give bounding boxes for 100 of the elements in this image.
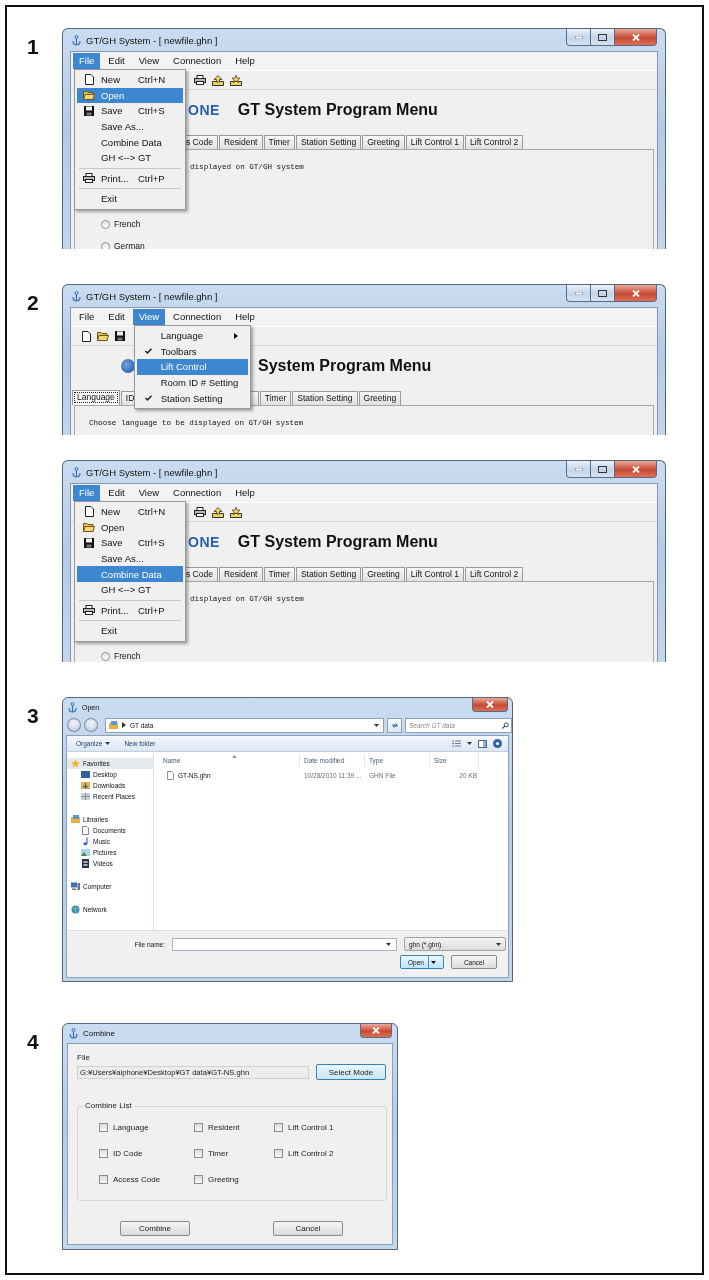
preview-pane-icon[interactable]	[478, 739, 487, 748]
menu-option[interactable]: Save As...	[77, 118, 183, 135]
tab[interactable]: Lift Control 1	[405, 135, 464, 149]
minimize-icon	[574, 467, 583, 471]
menu-bar-item[interactable]: Help	[229, 485, 261, 501]
menu-option[interactable]: Save Ctrl+S	[77, 535, 183, 551]
view-list-icon[interactable]	[452, 740, 461, 747]
checkbox[interactable]	[99, 1122, 108, 1132]
help-icon[interactable]	[493, 739, 502, 748]
tab[interactable]: Timer	[263, 135, 295, 149]
checkbox[interactable]	[194, 1148, 203, 1158]
tab[interactable]: Lift Control 1	[405, 567, 464, 581]
checkbox[interactable]	[99, 1148, 108, 1158]
close-button[interactable]	[614, 461, 657, 478]
menu-option[interactable]: Toolbars	[136, 343, 249, 360]
forward-button[interactable]	[83, 718, 98, 732]
minimize-icon	[574, 35, 583, 39]
menu-bar-item[interactable]: View	[132, 485, 166, 501]
menu-option[interactable]: New Ctrl+N	[77, 72, 183, 88]
menu-option[interactable]: New Ctrl+N	[77, 504, 183, 520]
tab[interactable]: Greeting	[362, 567, 405, 581]
radio-button[interactable]	[101, 651, 110, 661]
menu-option[interactable]: Language	[136, 328, 249, 344]
menu-option[interactable]: Combine Data	[77, 566, 183, 582]
menu-bar-item[interactable]: Edit	[102, 309, 131, 325]
close-button[interactable]	[614, 29, 657, 46]
menu-option[interactable]: Exit	[77, 623, 183, 639]
menu-option[interactable]: Open	[77, 519, 183, 536]
menu-bar-item[interactable]: View	[132, 53, 166, 69]
tab[interactable]: Timer	[263, 567, 295, 581]
menu-bar-item[interactable]: File	[73, 53, 101, 69]
tab[interactable]: Greeting	[358, 391, 402, 405]
printer-icon[interactable]	[194, 507, 206, 517]
close-button[interactable]	[614, 285, 657, 302]
tab[interactable]: Station Setting	[292, 391, 358, 405]
checkbox[interactable]	[274, 1148, 283, 1158]
checkbox[interactable]	[274, 1122, 283, 1132]
menu-option[interactable]: GH <--> GT	[77, 149, 183, 166]
close-button[interactable]	[360, 1024, 392, 1038]
menu-bar-item[interactable]: Help	[229, 53, 261, 69]
menu-option[interactable]: Print... Ctrl+P	[77, 170, 183, 187]
menu-bar-item[interactable]: File	[73, 485, 101, 501]
maximize-button[interactable]	[590, 29, 615, 46]
printer-icon[interactable]	[194, 75, 206, 85]
minimize-button[interactable]	[566, 461, 591, 478]
menu-bar-item[interactable]: View	[132, 309, 166, 325]
maximize-button[interactable]	[590, 285, 615, 302]
checkbox[interactable]	[194, 1174, 203, 1184]
folder-icon[interactable]	[97, 331, 109, 341]
blank-page-icon[interactable]	[82, 330, 91, 342]
menu-option[interactable]: Print... Ctrl+P	[77, 602, 183, 619]
menu-bar-item[interactable]: Connection	[167, 485, 228, 501]
menu-bar-item[interactable]: Connection	[167, 309, 228, 325]
tray-up-arrow-icon[interactable]	[212, 74, 224, 86]
tab[interactable]: Lift Control 2	[465, 135, 524, 149]
tab[interactable]: Lift Control 2	[465, 567, 524, 581]
tab[interactable]: Language	[72, 390, 120, 405]
menu-option[interactable]: Room ID # Setting	[136, 374, 249, 391]
minimize-button[interactable]	[566, 285, 591, 302]
radio-button[interactable]	[101, 219, 110, 229]
checkbox[interactable]	[194, 1122, 203, 1132]
maximize-button[interactable]	[590, 461, 615, 478]
menu-bar-item[interactable]: Help	[229, 309, 261, 325]
menu-bar-item[interactable]: File	[73, 309, 101, 325]
menu-option[interactable]: Open	[77, 87, 183, 104]
maximize-icon	[598, 33, 607, 41]
menu-option[interactable]: Save As...	[77, 550, 183, 567]
menu-bar-item[interactable]: Edit	[102, 53, 131, 69]
select-mode-button[interactable]: Select Mode	[316, 1064, 386, 1080]
tab[interactable]: Greeting	[362, 135, 405, 149]
radio-button[interactable]	[101, 241, 110, 249]
tab[interactable]: Station Setting	[295, 567, 362, 581]
shortcut-text: Ctrl+P	[138, 172, 165, 184]
tray-up-arrow-icon[interactable]	[212, 506, 224, 518]
menu-option[interactable]: GH <--> GT	[77, 581, 183, 598]
tab[interactable]: Station Setting	[295, 135, 362, 149]
menu-option[interactable]: Save Ctrl+S	[77, 103, 183, 119]
checkbox[interactable]	[99, 1174, 108, 1184]
tray-star-icon[interactable]	[230, 506, 242, 518]
tab[interactable]: Resident	[218, 567, 263, 581]
menu-bar-item[interactable]: Edit	[102, 485, 131, 501]
menu-option[interactable]: Station Setting	[136, 390, 249, 406]
tab[interactable]: Resident	[218, 135, 263, 149]
tab[interactable]: Timer	[259, 391, 292, 405]
minimize-button[interactable]	[566, 29, 591, 46]
tray-star-icon[interactable]	[230, 74, 242, 86]
menu-option[interactable]: Exit	[77, 191, 183, 207]
back-button[interactable]	[67, 718, 81, 732]
program-heading: GT System Program Menu	[237, 533, 438, 551]
dialog-button[interactable]: Combine	[120, 1221, 190, 1236]
menu-option[interactable]: Lift Control	[136, 359, 249, 375]
dialog-button[interactable]: Cancel	[273, 1221, 343, 1236]
shortcut-text: Ctrl+N	[138, 74, 166, 86]
menu-bar-item[interactable]: Connection	[167, 53, 228, 69]
close-button[interactable]	[472, 698, 508, 712]
refresh-button[interactable]	[387, 717, 402, 733]
submenu-arrow-icon	[234, 332, 239, 339]
file-name-field[interactable]	[172, 937, 397, 951]
checkbox-label: Lift Control 2	[288, 1148, 334, 1158]
caret-icon	[467, 742, 472, 745]
